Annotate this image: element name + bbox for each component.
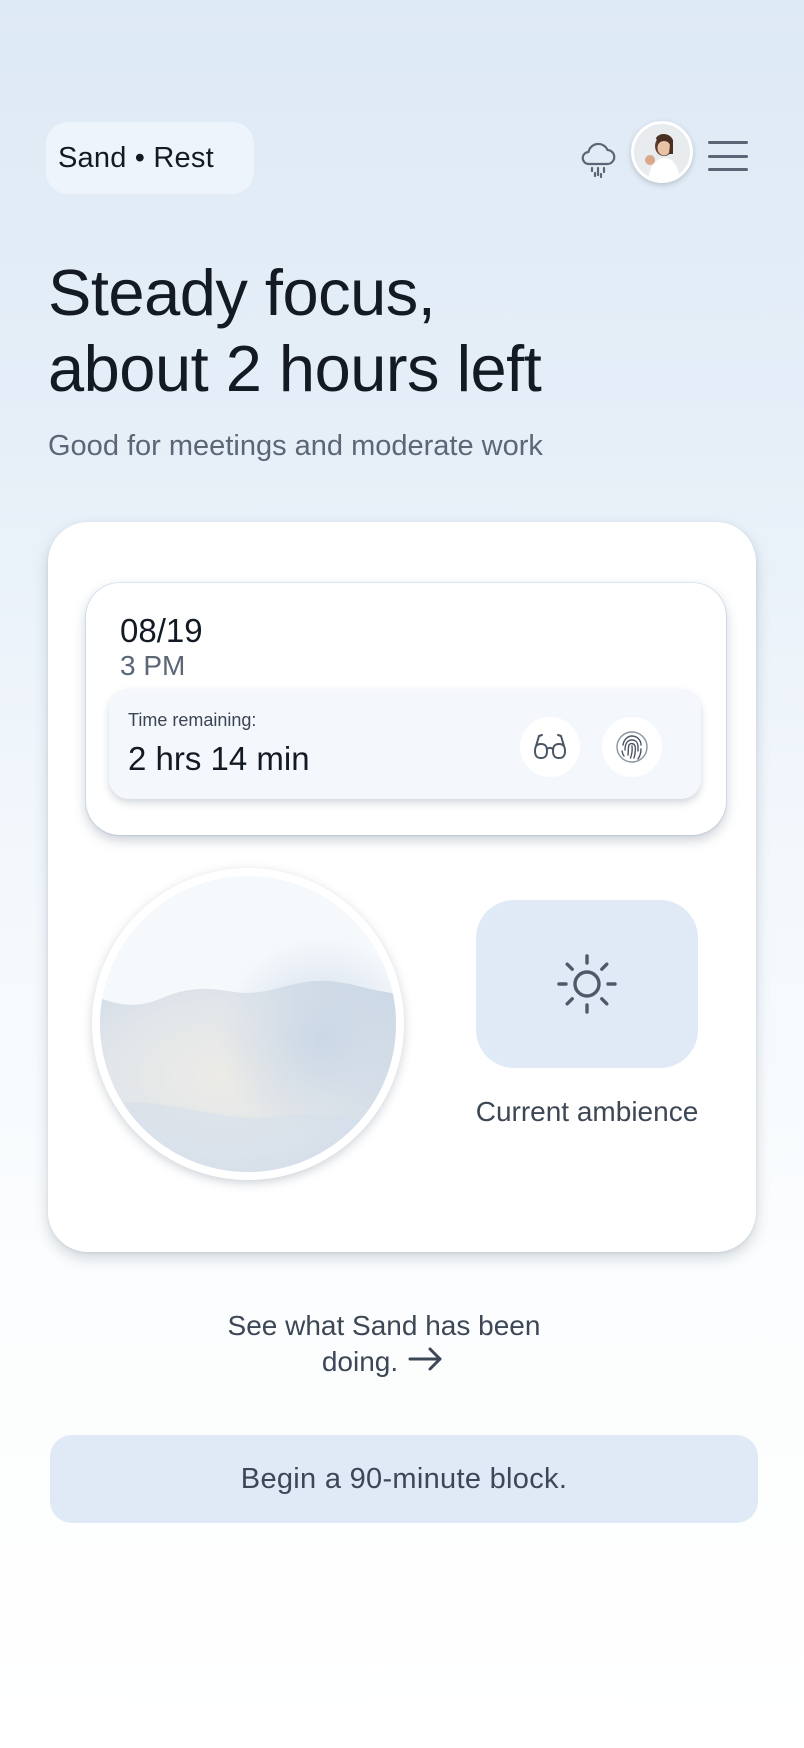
menu-icon-bar [708, 168, 748, 171]
fingerprint-button[interactable] [602, 717, 662, 777]
activity-link-line-1: See what Sand has been [227, 1310, 541, 1341]
brand-label: Sand • Rest [58, 141, 214, 174]
menu-icon-bar [708, 141, 748, 144]
sand-dune-visual [100, 876, 396, 1172]
glasses-button[interactable] [520, 717, 580, 777]
menu-icon-bar [708, 154, 748, 158]
begin-block-button[interactable]: Begin a 90-minute block. [50, 1435, 758, 1523]
activity-link[interactable]: See what Sand has been doing. [200, 1308, 568, 1382]
menu-button[interactable] [706, 138, 750, 174]
avatar-image [634, 124, 690, 180]
title-line-1: Steady focus, [48, 256, 436, 329]
sun-icon [557, 954, 617, 1014]
time-remaining-value: 2 hrs 14 min [128, 740, 310, 777]
fingerprint-icon [616, 731, 648, 763]
avatar[interactable] [631, 121, 693, 183]
activity-link-line-2-wrap: doing. [200, 1344, 568, 1382]
glasses-icon [534, 734, 566, 759]
date-label: 08/19 [120, 612, 203, 649]
sand-globe [92, 868, 404, 1180]
activity-link-line-2: doing. [321, 1346, 399, 1377]
ambience-label: Current ambience [475, 1096, 699, 1127]
page-subtitle: Good for meetings and moderate work [48, 430, 543, 462]
time-remaining-label: Time remaining: [128, 710, 257, 730]
begin-block-label: Begin a 90-minute block. [240, 1462, 568, 1495]
cloud-rain-icon [581, 142, 616, 179]
title-line-2: about 2 hours left [48, 332, 542, 405]
brand-pill[interactable]: Sand • Rest [46, 122, 254, 194]
weather-button[interactable] [574, 134, 622, 182]
ambience-button[interactable] [476, 900, 698, 1068]
page-title: Steady focus, about 2 hours left [48, 255, 748, 407]
time-label: 3 PM [120, 650, 186, 681]
arrow-right-icon [406, 1345, 446, 1382]
